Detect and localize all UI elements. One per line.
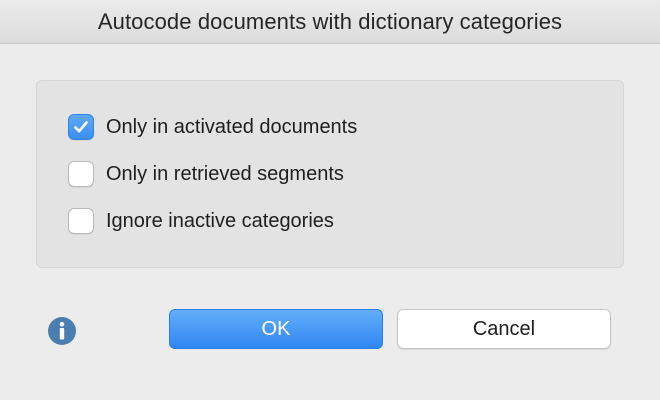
cancel-button[interactable]: Cancel [397,309,611,349]
option-only-retrieved-segments[interactable]: Only in retrieved segments [68,160,344,188]
ok-button[interactable]: OK [169,309,383,349]
option-only-activated-documents[interactable]: Only in activated documents [68,113,357,141]
option-ignore-inactive-categories[interactable]: Ignore inactive categories [68,207,334,235]
checkmark-icon [74,121,88,133]
only-activated-documents-checkbox[interactable] [68,114,94,140]
title-bar: Autocode documents with dictionary categ… [0,0,660,44]
only-retrieved-segments-checkbox[interactable] [68,161,94,187]
only-activated-documents-label: Only in activated documents [106,115,358,138]
options-group: Only in activated documents Only in retr… [36,80,624,268]
autocode-dialog: Autocode documents with dictionary categ… [0,0,660,400]
ignore-inactive-categories-label: Ignore inactive categories [106,209,334,232]
dialog-title: Autocode documents with dictionary categ… [97,8,563,34]
ignore-inactive-categories-checkbox[interactable] [68,208,94,234]
only-retrieved-segments-label: Only in retrieved segments [106,162,344,185]
info-icon[interactable] [47,316,77,346]
